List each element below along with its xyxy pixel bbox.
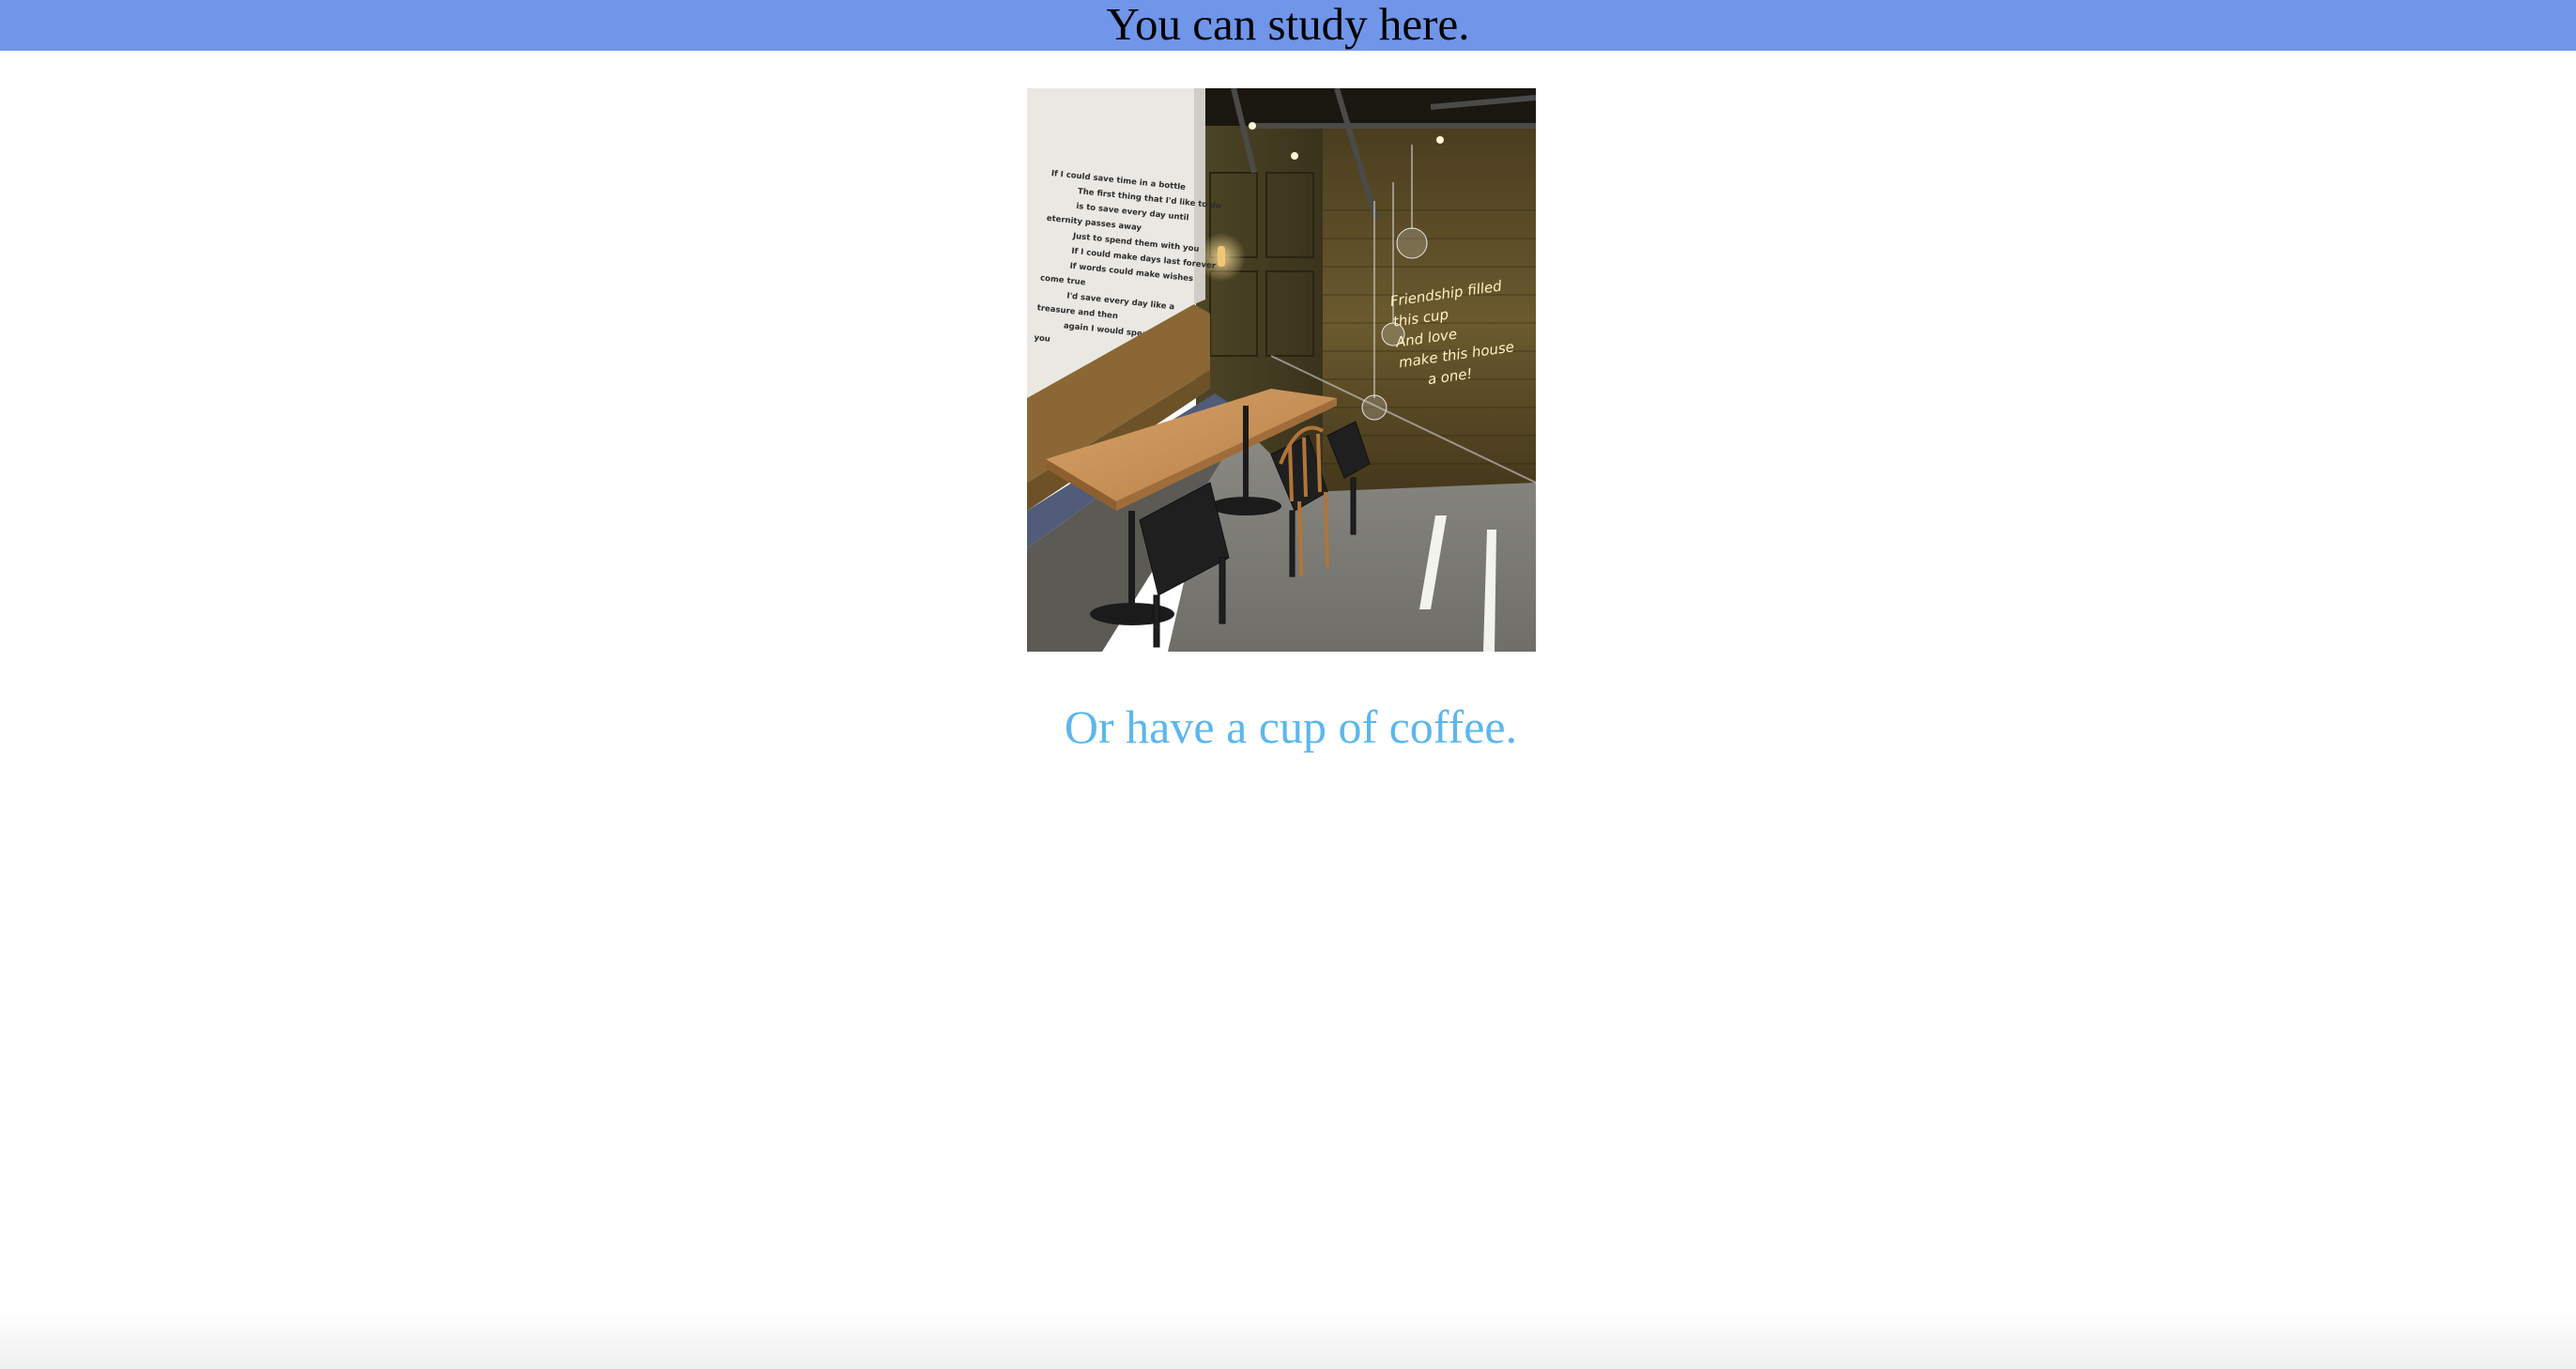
coffee-shop-image: If I could save time in a bottleThe firs…	[1027, 88, 1536, 652]
top-banner: You can study here.	[0, 0, 2576, 51]
coffee-caption: Or have a cup of coffee.	[1064, 700, 1518, 753]
page: You can study here. If I could save time…	[0, 0, 2576, 1369]
wall-poem-line: you	[1034, 333, 1050, 345]
window-bottom-shadow	[0, 1311, 2576, 1369]
page-title: You can study here.	[1106, 0, 1470, 50]
